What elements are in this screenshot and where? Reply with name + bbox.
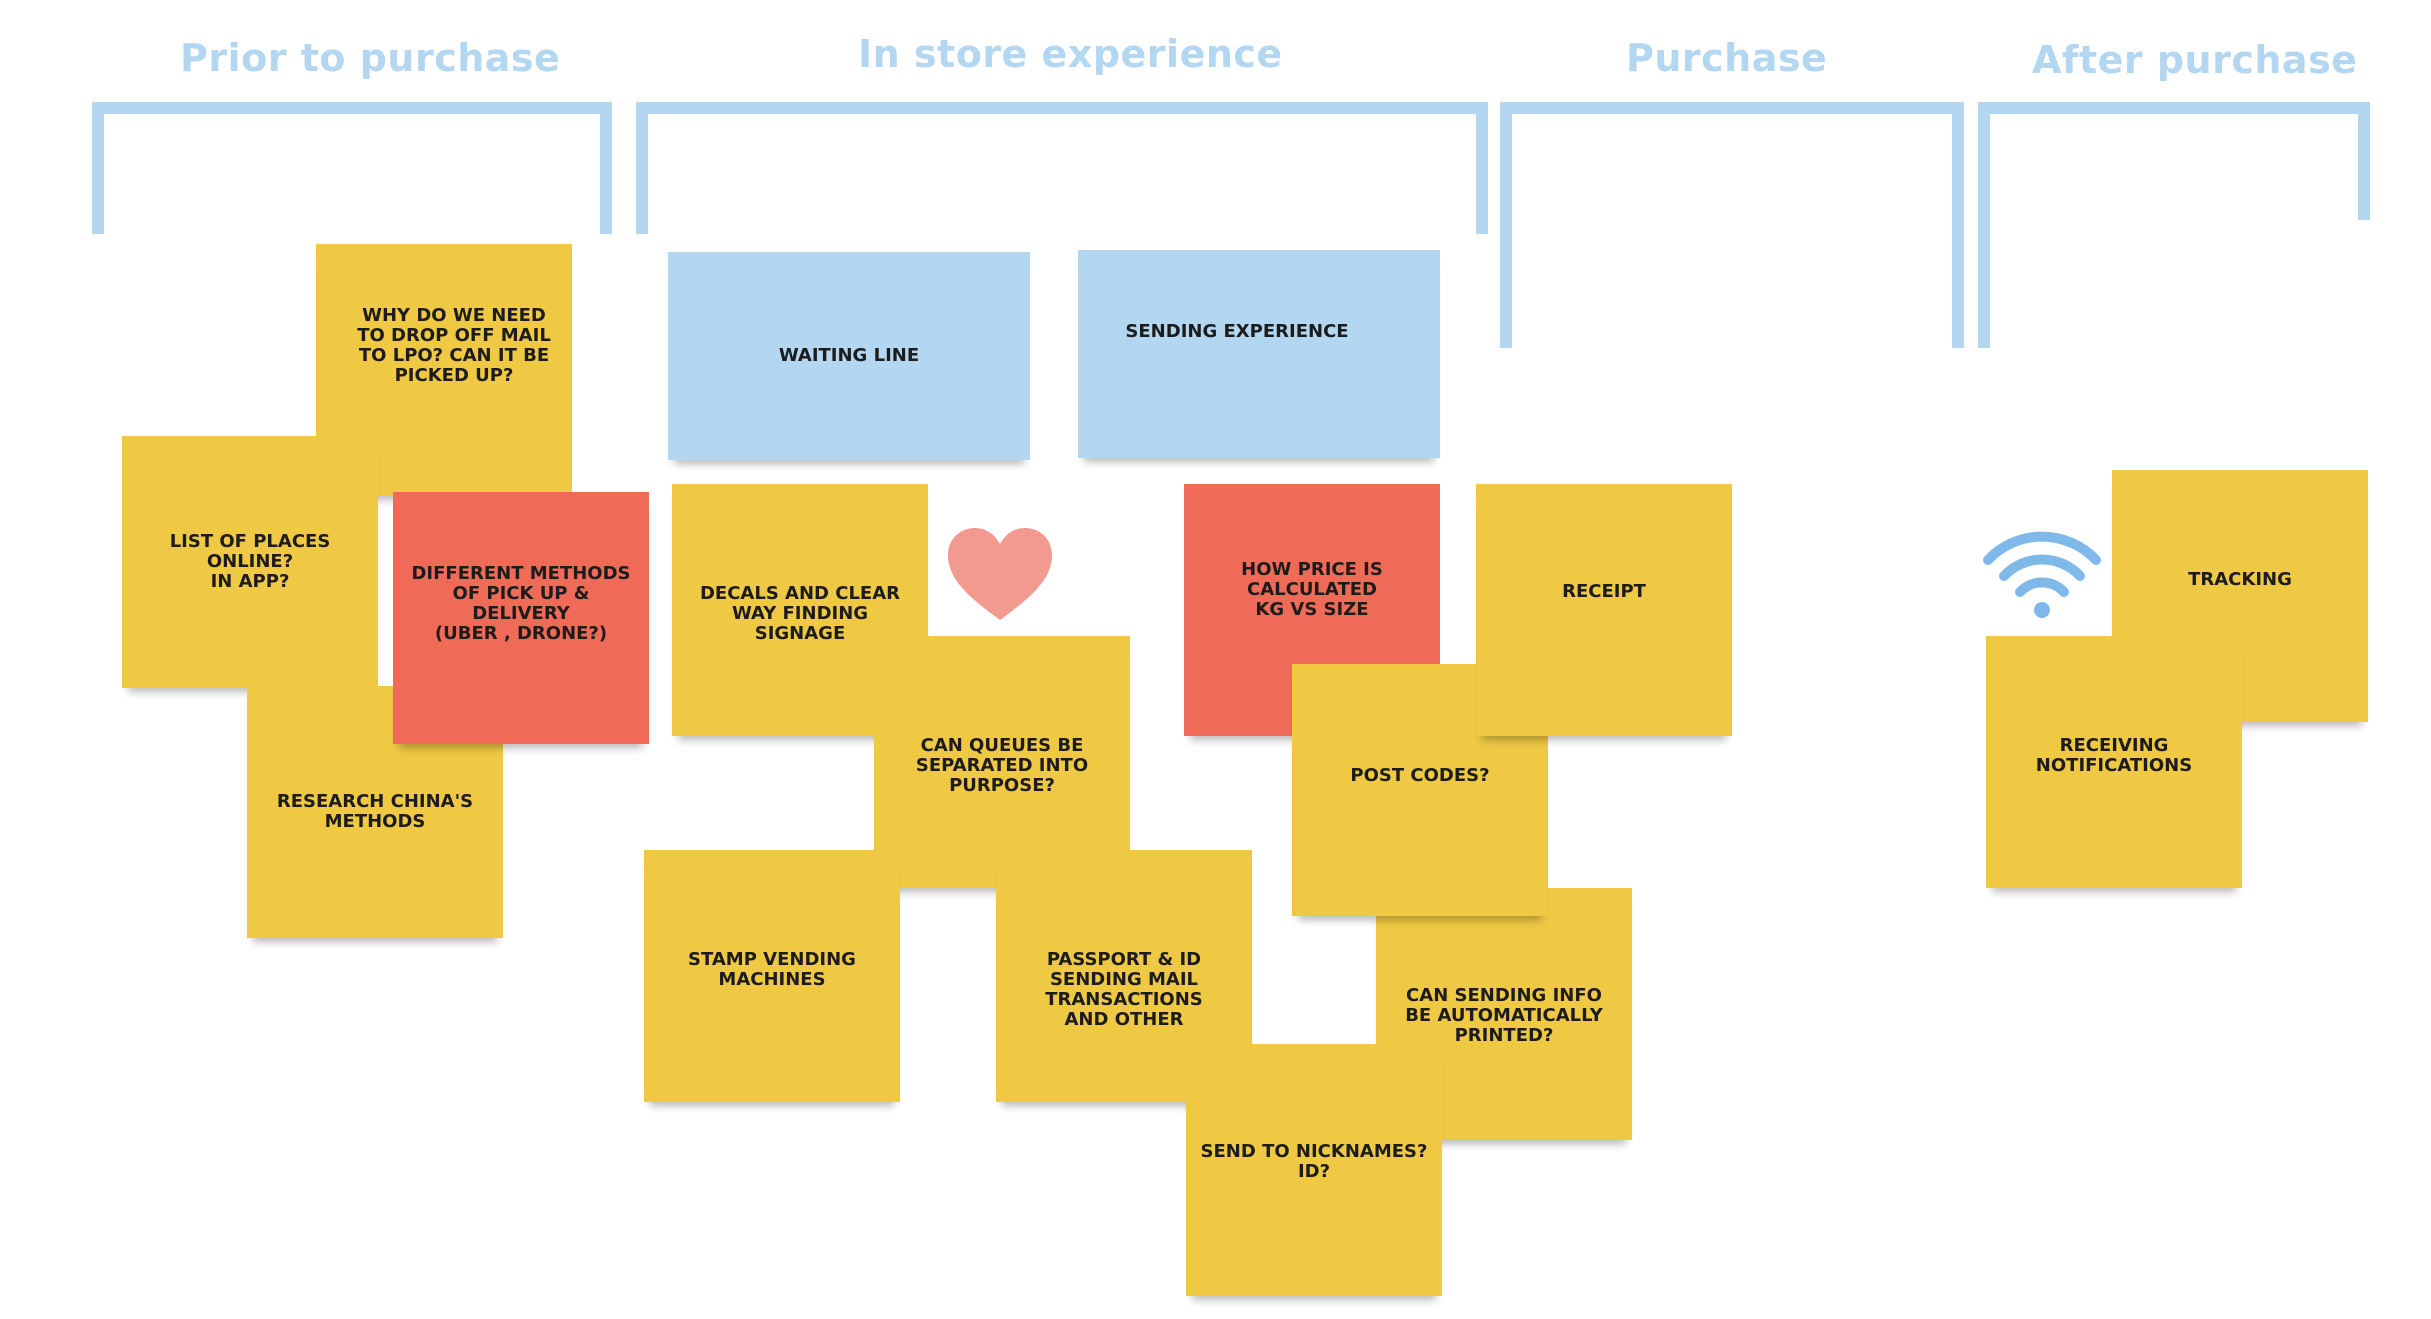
heart-icon bbox=[948, 528, 1052, 620]
sticky-note-text: Send to nicknames? ID? bbox=[1200, 1141, 1428, 1183]
sticky-note-text: Can queues be separated into purpose? bbox=[915, 735, 1089, 797]
sticky-note-text: Decals and clear way finding signage bbox=[699, 583, 901, 645]
sticky-note-text: Waiting line bbox=[778, 344, 920, 366]
sticky-note-text: Research China's methods bbox=[276, 790, 474, 832]
stage-heading-after: After purchase bbox=[2032, 38, 2358, 82]
sticky-note-waiting-line[interactable]: Waiting line bbox=[668, 252, 1030, 460]
sticky-note-text: How price is calculated KG vs size bbox=[1241, 559, 1383, 621]
sticky-note-text: Can sending info be automatically printe… bbox=[1405, 985, 1603, 1047]
sticky-note-text: Stamp vending machines bbox=[688, 949, 856, 991]
wifi-icon bbox=[1983, 531, 2101, 618]
sticky-note-text: Passport & ID sending mail transactions … bbox=[1045, 949, 1203, 1031]
stage-bracket-prior bbox=[92, 102, 612, 234]
sticky-note-notifications[interactable]: Receiving notifications bbox=[1986, 636, 2242, 888]
sticky-note-text: List of places online? In app? bbox=[169, 531, 331, 593]
sticky-note-pickup-methods[interactable]: Different methods of pick up & delivery … bbox=[393, 492, 649, 744]
sticky-note-text: Receiving notifications bbox=[2035, 735, 2193, 777]
stage-bracket-purchase bbox=[1500, 102, 1964, 348]
stage-heading-purchase: Purchase bbox=[1626, 36, 1828, 80]
sticky-note-places-online[interactable]: List of places online? In app? bbox=[122, 436, 378, 688]
stage-heading-prior: Prior to purchase bbox=[180, 36, 561, 80]
stage-bracket-after-right bbox=[2358, 102, 2370, 220]
stage-bracket-after bbox=[1978, 102, 2370, 348]
sticky-note-text: Post codes? bbox=[1350, 765, 1490, 786]
stage-bracket-in-store bbox=[636, 102, 1488, 234]
sticky-note-text: Why do we need to drop off mail to LPO? … bbox=[357, 305, 551, 387]
stage-heading-in-store: In store experience bbox=[858, 32, 1283, 76]
sticky-note-stamp-vending[interactable]: Stamp vending machines bbox=[644, 850, 900, 1102]
sticky-note-sending-experience[interactable]: Sending experience bbox=[1078, 250, 1440, 458]
sticky-note-nicknames[interactable]: Send to nicknames? ID? bbox=[1186, 1044, 1442, 1296]
sticky-note-text: Sending experience bbox=[1125, 321, 1349, 342]
sticky-note-text: Tracking bbox=[2188, 569, 2292, 590]
sticky-note-text: Receipt bbox=[1562, 581, 1646, 602]
sticky-note-text: Different methods of pick up & delivery … bbox=[411, 563, 631, 645]
sticky-note-receipt[interactable]: Receipt bbox=[1476, 484, 1732, 736]
